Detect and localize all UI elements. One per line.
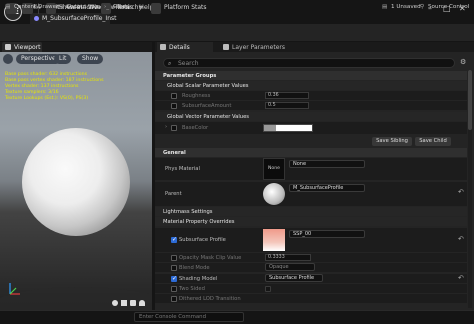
blend-mode-row: Blend Mode Opaque [155, 263, 467, 272]
platform-stats-icon [151, 3, 161, 14]
search-icon: ⌕ [168, 60, 172, 67]
blend-mode-dropdown[interactable]: Opaque [265, 263, 315, 271]
basecolor-expand-icon[interactable]: › [165, 124, 167, 130]
layer-parameters-tab[interactable]: Layer Parameters [220, 42, 300, 52]
stat-line: Texture samplers: 3/16 [5, 90, 59, 95]
subsurface-amount-row: SubsurfaceAmount 0.5 [155, 101, 467, 110]
shading-model-dropdown[interactable]: Subsurface Profile [265, 274, 323, 282]
axis-gizmo-icon [9, 283, 20, 295]
preview-sphere [22, 128, 130, 236]
two-sided-row: Two Sided [155, 284, 467, 293]
settings-gear-icon[interactable]: ⚙ [460, 58, 466, 66]
save-child-button[interactable]: Save Child [415, 137, 451, 146]
subsurface-profile-dropdown[interactable]: SSP_00 [289, 230, 365, 238]
unsaved-icon: ▤ [382, 4, 388, 10]
reset-shading-model-icon[interactable]: ↶ [458, 274, 464, 282]
viewport-menu-icon[interactable] [3, 54, 13, 64]
content-drawer-button[interactable]: Content Drawer [14, 4, 58, 10]
dithered-lod-row: Dithered LOD Transition [155, 294, 467, 303]
source-control-icon: ⚲ [420, 4, 425, 10]
save-sibling-button[interactable]: Save Sibling [372, 137, 412, 146]
stat-line: Base pass shader: 632 instructions [5, 72, 88, 77]
group-scalar-parameters[interactable]: Global Scalar Parameter Values [155, 81, 467, 90]
cmd-button[interactable]: Cmd [113, 4, 126, 10]
reset-subsurface-profile-icon[interactable]: ↶ [458, 235, 464, 243]
source-control-button[interactable]: Source Control [428, 4, 469, 10]
preview-cylinder-icon[interactable] [139, 300, 145, 306]
lit-button[interactable]: Lit [54, 54, 72, 64]
two-sided-checkbox[interactable] [171, 285, 177, 292]
preview-cube-icon[interactable] [121, 300, 127, 306]
phys-material-thumbnail[interactable]: None [263, 158, 285, 180]
subsurface-profile-thumbnail [263, 229, 285, 251]
layer-parameters-tab-label: Layer Parameters [232, 44, 285, 51]
stat-line: Texture Lookups (Est.): VS(0), PS(3) [5, 96, 89, 101]
details-scrollbar[interactable] [468, 70, 472, 308]
group-vector-parameters[interactable]: Global Vector Parameter Values [155, 112, 467, 121]
roughness-value[interactable]: 0.36 [265, 92, 309, 99]
details-icon [160, 44, 166, 50]
phys-material-dropdown[interactable]: None [289, 160, 365, 168]
category-overrides[interactable]: Material Property Overrides [155, 217, 467, 226]
toolbar [0, 24, 474, 41]
cmd-icon: ›_ [104, 4, 110, 10]
search-placeholder: Search [178, 60, 199, 67]
phys-material-row: Phys Material None None [155, 158, 467, 180]
parent-thumbnail [263, 183, 285, 205]
shading-model-checkbox[interactable] [171, 275, 177, 282]
opacity-clip-row: Opacity Mask Clip Value 0.3333 [155, 253, 467, 262]
unsaved-indicator[interactable]: 1 Unsaved [391, 4, 421, 10]
preview-plane-icon[interactable] [130, 300, 136, 306]
category-parameter-groups[interactable]: Parameter Groups [155, 71, 467, 80]
cmd-dropdown-icon[interactable]: ▾ [125, 4, 128, 10]
console-command-input[interactable]: Enter Console Command [134, 312, 244, 322]
details-search-input[interactable]: ⌕ Search [163, 58, 455, 68]
details-tab-label: Details [169, 44, 190, 51]
basecolor-swatch[interactable] [263, 124, 313, 132]
reset-parent-icon[interactable]: ↶ [458, 188, 464, 196]
stat-line: Vertex shader: 137 instructions [5, 84, 79, 89]
document-tab-label: M_SubsurfaceProfile_Inst [42, 15, 117, 22]
subsurface-amount-value[interactable]: 0.5 [265, 102, 309, 109]
viewport-tab[interactable]: Viewport [2, 42, 42, 52]
subsurface-override-checkbox[interactable] [171, 102, 177, 109]
document-tab[interactable]: M_SubsurfaceProfile_Inst [30, 13, 116, 24]
basecolor-override-checkbox[interactable] [171, 125, 177, 131]
opacity-clip-checkbox[interactable] [171, 254, 177, 261]
parent-row: Parent M_SubsurfaceProfile ↶ [155, 182, 467, 206]
output-log-button[interactable]: Output Log [67, 4, 98, 10]
category-lightmass[interactable]: Lightmass Settings [155, 207, 467, 216]
roughness-override-checkbox[interactable] [171, 92, 177, 99]
parent-dropdown[interactable]: M_SubsurfaceProfile [289, 184, 365, 192]
show-button[interactable]: Show [77, 54, 104, 64]
viewport[interactable]: Perspective Lit Show Base pass shader: 6… [0, 52, 152, 310]
category-general[interactable]: General [155, 148, 467, 157]
preview-sphere-icon[interactable] [112, 300, 118, 306]
blend-mode-checkbox[interactable] [171, 264, 177, 271]
viewport-icon [5, 44, 11, 50]
layer-parameters-icon [223, 44, 229, 50]
basecolor-row: › BaseColor [155, 122, 467, 134]
content-drawer-icon: ▤ [5, 4, 11, 10]
scrollbar-thumb[interactable] [468, 70, 472, 130]
subsurface-profile-checkbox[interactable] [171, 236, 177, 243]
platform-stats-button[interactable]: Platform Stats [164, 4, 207, 11]
two-sided-value-checkbox[interactable] [265, 285, 271, 292]
details-tab[interactable]: Details [157, 42, 213, 52]
opacity-clip-value[interactable]: 0.3333 [265, 254, 311, 261]
output-log-icon: ▤ [58, 4, 64, 10]
material-instance-icon [34, 16, 39, 21]
roughness-row: Roughness 0.36 [155, 91, 467, 100]
stat-line: Base pass vertex shader: 187 instruction… [5, 78, 104, 83]
subsurface-profile-row: Subsurface Profile SSP_00 ↶ [155, 228, 467, 252]
hierarchy-dropdown-icon[interactable]: ▾ [140, 4, 143, 11]
dithered-lod-checkbox[interactable] [171, 295, 177, 302]
shading-model-row: Shading Model Subsurface Profile ↶ [155, 274, 467, 283]
viewport-tab-label: Viewport [14, 44, 41, 51]
